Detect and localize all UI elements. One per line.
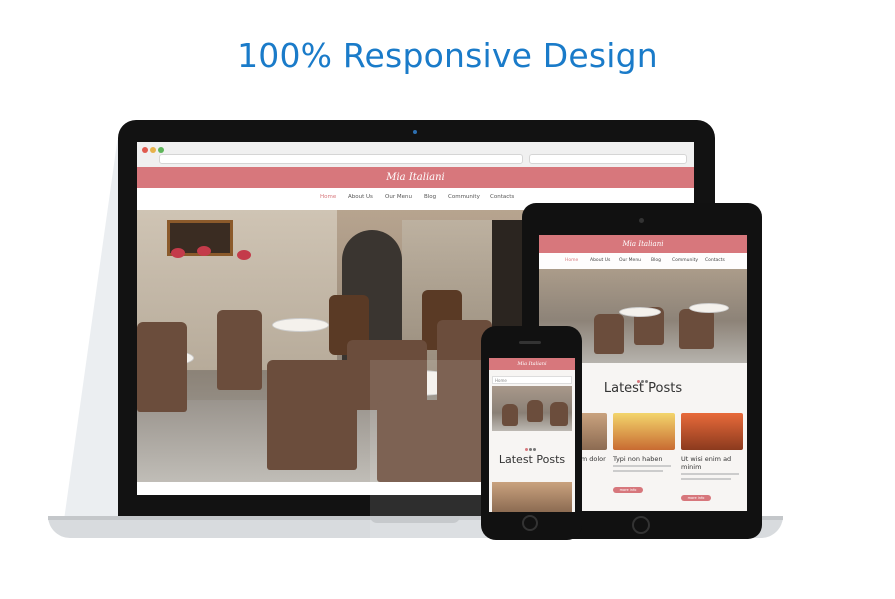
cafe-chair bbox=[550, 402, 568, 426]
post-excerpt bbox=[681, 478, 731, 480]
nav-item-blog[interactable]: Blog bbox=[424, 194, 436, 200]
cafe-chair bbox=[267, 360, 357, 470]
phone-hero-image bbox=[492, 386, 572, 431]
cafe-table bbox=[689, 303, 729, 313]
tablet-home-button bbox=[632, 516, 650, 534]
maximize-window-dot[interactable] bbox=[158, 147, 164, 153]
post-image[interactable] bbox=[492, 482, 572, 512]
browser-search-field[interactable] bbox=[529, 154, 687, 164]
cafe-chair bbox=[594, 314, 624, 354]
more-info-button[interactable]: more info bbox=[681, 495, 711, 501]
cafe-table bbox=[619, 307, 661, 317]
phone-home-button bbox=[522, 515, 538, 531]
nav-item-menu[interactable]: Our Menu bbox=[619, 258, 641, 263]
nav-item-about[interactable]: About Us bbox=[590, 258, 610, 263]
flower-box bbox=[237, 250, 251, 260]
post-image[interactable] bbox=[681, 413, 743, 450]
address-bar[interactable] bbox=[159, 154, 523, 164]
phone-screen: Mia Italiani Home Latest Posts bbox=[489, 358, 575, 512]
cafe-table bbox=[272, 318, 329, 332]
tablet-site-header: Mia Italiani bbox=[539, 235, 747, 253]
phone-nav-select[interactable]: Home bbox=[492, 376, 572, 384]
cafe-chair bbox=[217, 310, 262, 390]
flower-box bbox=[171, 248, 185, 258]
more-info-button[interactable]: more info bbox=[613, 487, 643, 493]
nav-item-blog[interactable]: Blog bbox=[651, 258, 661, 263]
slider-dot[interactable] bbox=[533, 448, 536, 451]
post-excerpt bbox=[613, 470, 663, 472]
cafe-chair bbox=[527, 400, 543, 422]
cafe-chair bbox=[502, 404, 518, 426]
nav-item-home[interactable]: Home bbox=[565, 258, 578, 263]
post-excerpt bbox=[681, 473, 739, 475]
nav-item-contacts[interactable]: Contacts bbox=[490, 194, 514, 200]
tablet-camera bbox=[639, 218, 644, 223]
close-window-dot[interactable] bbox=[142, 147, 148, 153]
phone-slider-pagination bbox=[525, 436, 541, 451]
nav-item-contacts[interactable]: Contacts bbox=[705, 258, 725, 263]
site-header: Mia Italiani bbox=[137, 167, 694, 188]
site-logo[interactable]: Mia Italiani bbox=[137, 167, 694, 188]
cafe-chair bbox=[137, 322, 187, 412]
post-title[interactable]: Typi non haben bbox=[613, 455, 677, 463]
tablet-slider-pagination bbox=[637, 368, 653, 383]
slider-dot[interactable] bbox=[525, 448, 528, 451]
minimize-window-dot[interactable] bbox=[150, 147, 156, 153]
post-image[interactable] bbox=[613, 413, 675, 450]
tablet-site-logo[interactable]: Mia Italiani bbox=[539, 235, 747, 253]
tablet-site-nav: Home About Us Our Menu Blog Community Co… bbox=[539, 253, 747, 269]
page-headline: 100% Responsive Design bbox=[237, 36, 658, 75]
screen-reflection bbox=[370, 360, 490, 540]
nav-item-about[interactable]: About Us bbox=[348, 194, 373, 200]
nav-item-community[interactable]: Community bbox=[672, 258, 698, 263]
post-title[interactable]: Ut wisi enim ad minim bbox=[681, 455, 745, 471]
phone-site-logo[interactable]: Mia Italiani bbox=[489, 358, 575, 370]
phone-latest-posts-heading: Latest Posts bbox=[498, 453, 566, 466]
nav-item-home[interactable]: Home bbox=[320, 194, 336, 200]
nav-item-community[interactable]: Community bbox=[448, 194, 480, 200]
browser-toolbar bbox=[137, 142, 694, 168]
laptop-camera bbox=[413, 130, 417, 134]
phone-speaker bbox=[519, 341, 541, 344]
slider-dot[interactable] bbox=[529, 448, 532, 451]
cafe-chair bbox=[679, 309, 714, 349]
flower-box bbox=[197, 246, 211, 256]
nav-item-menu[interactable]: Our Menu bbox=[385, 194, 412, 200]
post-excerpt bbox=[613, 465, 671, 467]
